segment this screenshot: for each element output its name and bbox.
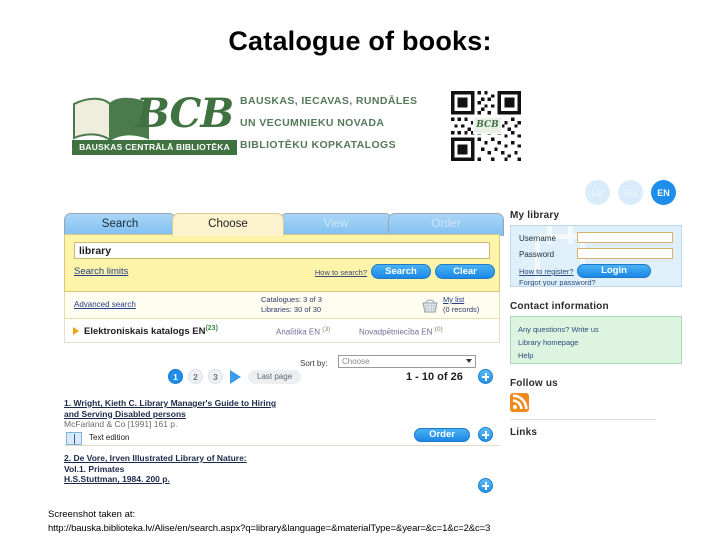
search-meta-strip: Advanced search Catalogues: 3 of 3 Libra… [64,292,500,319]
footer-caption: Screenshot taken at: [48,509,136,520]
advanced-search-link[interactable]: Advanced search [74,300,136,309]
tab-order[interactable]: Order [388,213,504,236]
result-record-1: 1. Wright, Kieth C. Library Manager's Gu… [64,398,500,445]
how-to-register-link[interactable]: How to register? [519,267,574,276]
catalog-filter-row: Elektroniskais katalogs EN(23) Analītika… [64,319,500,343]
expand-caret-icon[interactable] [73,327,79,335]
footer-caption-block: Screenshot taken at: http://bauska.bibli… [48,508,490,536]
logo-acronym: BCB [136,90,234,137]
last-page-button[interactable]: Last page [248,369,302,384]
my-list-link[interactable]: My list [443,295,464,304]
record-1-title-line-2[interactable]: and Serving Disabled persons [64,409,500,420]
record-2-title-line-1[interactable]: 2. De Vore, Irven Illustrated Library of… [64,453,500,464]
search-panel: library Search limits How to search? Sea… [64,234,500,292]
rss-icon[interactable] [510,393,529,412]
tab-view[interactable]: View [280,213,392,236]
result-range: 1 - 10 of 26 [406,371,463,383]
username-label: Username [519,234,556,243]
catalog-label-0: Elektroniskais katalogs EN [84,326,206,338]
footer-url: http://bauska.biblioteka.lv/Alise/en/sea… [48,523,491,534]
record-1-add-button[interactable] [478,427,493,442]
add-all-to-list-button[interactable] [478,369,493,384]
search-input[interactable]: library [74,242,490,259]
sort-label: Sort by: [300,359,328,368]
basket-icon[interactable] [421,296,439,314]
tab-search[interactable]: Search [64,213,176,236]
catalog-count-0: (23) [205,325,218,332]
my-list[interactable]: My list (0 records) [443,295,479,315]
username-field[interactable] [577,232,673,243]
record-2-imprint: H.S.Stuttman, 1984. 200 p. [64,474,170,484]
catalog-tab-novadpetnieciba[interactable]: Novadpētniecība EN (0) [359,326,443,337]
sidebar-divider [510,419,656,420]
links-heading: Links [510,427,538,438]
sort-selected-value: Choose [342,357,370,366]
password-field[interactable] [577,248,673,259]
catalog-count-2: (0) [434,326,443,333]
qr-embedded-logo: BCB [473,117,502,134]
logo-subtitle: BAUSKAS, IECAVAS, RUNDĀLES UN VECUMNIEKU… [240,90,417,156]
libraries-count: Libraries: 30 of 30 [261,305,322,314]
my-library-heading: My library [510,210,560,221]
contact-link-write-us[interactable]: Any questions? Write us [518,323,681,336]
logo-line-1: BAUSKAS, IECAVAS, RUNDĀLES [240,95,418,107]
contact-link-help[interactable]: Help [518,349,681,362]
contact-heading: Contact information [510,301,609,312]
login-button[interactable]: Login [577,264,651,278]
navigation-tabs[interactable]: Search Choose View Order [64,213,504,236]
page-button-2[interactable]: 2 [188,369,203,384]
password-label: Password [519,250,555,259]
language-button-en[interactable]: EN [651,180,676,205]
search-button[interactable]: Search [371,264,431,279]
tab-choose[interactable]: Choose [172,213,284,236]
page-button-1[interactable]: 1 [168,369,183,384]
follow-us-heading: Follow us [510,378,558,389]
clear-button[interactable]: Clear [435,264,495,279]
contact-link-homepage[interactable]: Library homepage [518,336,681,349]
page-button-3[interactable]: 3 [208,369,223,384]
catalogues-count: Catalogues: 3 of 3 [261,295,322,304]
result-record-2: 2. De Vore, Irven Illustrated Library of… [64,453,500,493]
right-sidebar: My library Username Password How to regi… [510,210,682,442]
scope-counts: Catalogues: 3 of 3 Libraries: 30 of 30 [261,295,322,315]
search-limits-link[interactable]: Search limits [74,266,128,277]
catalog-label-1: Analītika EN [276,327,321,337]
contact-box: Any questions? Write us Library homepage… [510,316,682,364]
catalog-label-2: Novadpētniecība EN [359,327,433,337]
chevron-down-icon [466,359,472,363]
logo-line-3: BIBLIOTĒKU KOPKATALOGS [240,139,396,151]
login-box: Username Password How to register? Login… [510,225,682,287]
text-edition-icon [66,432,82,445]
logo-line-2: UN VECUMNIEKU NOVADA [240,117,385,129]
qr-code: BCB [451,91,521,161]
slide-root: Catalogue of books: BCB BAUSKAS CENTRĀLĀ… [0,0,720,540]
browser-screenshot: BCB BAUSKAS CENTRĀLĀ BIBLIOTĒKA BAUSKAS,… [58,88,688,508]
pagination[interactable]: 1 2 3 Last page [168,369,302,384]
sort-select[interactable]: Choose [338,355,476,368]
next-page-arrow-icon[interactable] [230,369,241,384]
my-list-count: (0 records) [443,305,480,314]
bcb-logo: BCB BAUSKAS CENTRĀLĀ BIBLIOTĒKA BAUSKAS,… [64,88,464,163]
catalog-tab-analitika[interactable]: Analītika EN (3) [276,326,330,337]
page-title: Catalogue of books: [228,26,492,56]
record-1-format: Text edition [89,433,130,442]
record-1-order-button[interactable]: Order [414,428,470,442]
logo-band-text: BAUSKAS CENTRĀLĀ BIBLIOTĒKA [72,140,237,155]
language-button-ru[interactable]: RU [618,180,643,205]
record-2-add-button[interactable] [478,478,493,493]
record-1-title-line-1[interactable]: 1. Wright, Kieth C. Library Manager's Gu… [64,398,500,409]
record-divider [64,445,500,446]
catalog-count-1: (3) [322,326,331,333]
forgot-password-link[interactable]: Forgot your password? [519,278,596,286]
catalog-tab-elektroniskais[interactable]: Elektroniskais katalogs EN(23) [84,325,218,337]
language-button-lv[interactable]: LV [585,180,610,205]
language-switcher[interactable]: LV RU EN [585,180,676,205]
record-2-title-line-2: Vol.1. Primates [64,463,125,474]
how-to-search-link[interactable]: How to search? [315,268,367,277]
